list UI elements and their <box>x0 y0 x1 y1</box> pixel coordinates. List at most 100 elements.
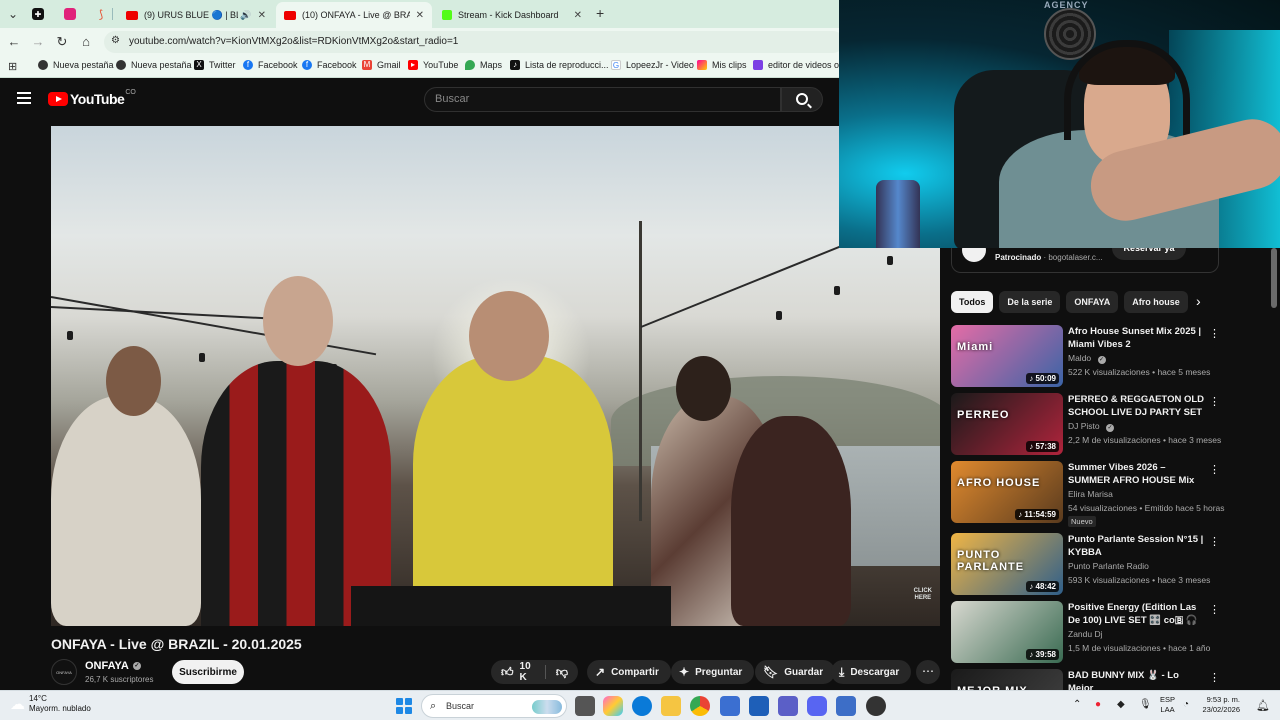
recommendation-item[interactable]: Miami ♪ 50:09 Afro House Sunset Mix 2025 |… <box>951 325 1220 387</box>
recommendation-item[interactable]: PERREO ♪ 57:38 PERREO & REGGAETON OLD SCHO… <box>951 393 1221 455</box>
tab-kick-dashboard[interactable]: Stream - Kick Dashboard ✕ <box>434 2 590 28</box>
tab-close-icon[interactable]: ✕ <box>258 10 266 21</box>
recommendation-channel[interactable]: Maldo ✓ <box>1068 353 1106 364</box>
bookmark-facebook-2[interactable]: f Facebook <box>302 60 357 70</box>
tab-close-icon[interactable]: ✕ <box>416 10 424 21</box>
kebab-menu-icon[interactable]: ⋮ <box>1209 603 1220 616</box>
bookmark-lista-reproduccion[interactable]: ♪ Lista de reproducci... <box>510 60 609 70</box>
microphone-icon[interactable]: 🎙︎ <box>1139 699 1152 710</box>
language-indicator[interactable]: ESP LAA <box>1160 695 1175 715</box>
video-thumbnail[interactable]: ♪ 39:58 <box>951 601 1063 663</box>
kebab-menu-icon[interactable]: ⋮ <box>1209 395 1220 408</box>
chevron-right-icon[interactable]: › <box>1196 293 1201 309</box>
chrome-icon[interactable] <box>690 696 710 716</box>
bookmark-nueva-pestana-2[interactable]: Nueva pestaña <box>116 60 192 70</box>
search-input[interactable]: Buscar <box>424 87 781 112</box>
pinned-tab-instagram-icon[interactable] <box>64 8 76 20</box>
wifi-icon[interactable]: ◔ <box>1183 699 1189 710</box>
video-thumbnail[interactable]: Miami ♪ 50:09 <box>951 325 1063 387</box>
recommendation-title[interactable]: Positive Energy (Edition Las De 100) LIV… <box>1068 601 1206 627</box>
ask-button[interactable]: ✦ Preguntar <box>671 660 755 684</box>
chip-afro-house[interactable]: Afro house <box>1124 291 1188 313</box>
recommendation-channel[interactable]: Elira Marisa <box>1068 489 1113 499</box>
forward-arrow-icon[interactable]: → <box>30 34 46 49</box>
recommendation-title[interactable]: Punto Parlante Session N°15 | KYBBA <box>1068 533 1206 559</box>
channel-name[interactable]: ONFAYA ✓ <box>85 660 141 672</box>
home-icon[interactable]: ⌂ <box>78 34 94 49</box>
more-actions-button[interactable]: ⋯ <box>916 660 940 684</box>
recommendation-title[interactable]: Summer Vibes 2026 – SUMMER AFRO HOUSE Mi… <box>1068 461 1206 487</box>
copilot-icon[interactable] <box>603 696 623 716</box>
tab-urus-blue[interactable]: (9) URUS BLUE 🔵 | BLESSD 🔊 ✕ <box>118 2 274 28</box>
tab-onfaya[interactable]: (10) ONFAYA - Live @ BRAZIL - ✕ <box>276 2 432 28</box>
video-thumbnail[interactable]: AFRO HOUSE ♪ 11:54:59 <box>951 461 1063 523</box>
bookmark-editor-videos[interactable]: editor de videos onl <box>753 60 846 70</box>
recommendation-item[interactable]: ♪ 39:58 Positive Energy (Edition Las De 1… <box>951 601 1220 663</box>
kebab-menu-icon[interactable]: ⋮ <box>1209 535 1220 548</box>
reload-icon[interactable]: ↻ <box>54 34 70 50</box>
bookmark-gmail[interactable]: M Gmail <box>362 60 401 70</box>
recommendation-title[interactable]: BAD BUNNY MIX 🐰 - Lo Mejor <box>1068 669 1206 690</box>
recommendation-channel[interactable]: Zandu Dj <box>1068 629 1103 639</box>
chip-de-la-serie[interactable]: De la serie <box>999 291 1061 313</box>
recommendation-channel[interactable]: DJ Pisto ✓ <box>1068 421 1115 432</box>
url-text[interactable]: youtube.com/watch?v=KionVtMXg2o&list=RDK… <box>129 36 458 47</box>
tray-app-icon[interactable]: ● <box>1095 699 1101 710</box>
weather-widget[interactable]: ☁ 14°C Mayorm. nublado <box>10 694 91 714</box>
taskbar-search[interactable]: ⌕ Buscar <box>421 694 567 718</box>
video-thumbnail[interactable]: PERREO ♪ 57:38 <box>951 393 1063 455</box>
recommendation-channel[interactable]: Punto Parlante Radio <box>1068 561 1149 571</box>
hamburger-menu-icon[interactable] <box>17 92 31 104</box>
windows-start-icon[interactable] <box>396 698 412 714</box>
file-explorer-icon[interactable] <box>661 696 681 716</box>
bookmark-nueva-pestana-1[interactable]: Nueva pestaña <box>38 60 114 70</box>
task-view-icon[interactable] <box>575 696 595 716</box>
channel-avatar[interactable]: ONFAYA <box>51 659 77 685</box>
clock[interactable]: 9:53 p. m. 23/02/2026 <box>1192 695 1240 715</box>
bookmark-facebook-1[interactable]: f Facebook <box>243 60 298 70</box>
kebab-menu-icon[interactable]: ⋮ <box>1209 327 1220 340</box>
recommendation-item[interactable]: AFRO HOUSE ♪ 11:54:59 Summer Vibes 2026 – … <box>951 461 1225 527</box>
store-icon[interactable] <box>720 696 740 716</box>
bookmark-youtube[interactable]: ▸ YouTube <box>408 60 458 70</box>
download-button[interactable]: ⤓ Descargar <box>831 660 912 684</box>
tab-audio-icon[interactable]: 🔊 <box>240 10 251 21</box>
save-button[interactable]: 🔖︎ Guardar <box>755 660 836 684</box>
pinned-tab-app-icon[interactable]: ✚ <box>32 8 44 20</box>
tray-app-icon-2[interactable]: ◆ <box>1117 699 1125 710</box>
notification-bell-icon[interactable]: 🔔︎ <box>1256 699 1270 712</box>
subscribe-button[interactable]: Suscribirme <box>172 660 244 684</box>
discord-icon[interactable] <box>807 696 827 716</box>
recommendation-item[interactable]: MEJOR MIXBAD BUNNY MIX 🐰 - Lo Mejor⋮ <box>951 669 1220 690</box>
pinned-tab-flame-icon[interactable]: ⟆ <box>92 5 110 23</box>
bookmark-mis-clips[interactable]: Mis clips <box>697 60 747 70</box>
bookmark-lopeezjr[interactable]: G LopeezJr - Video <box>611 60 694 70</box>
kebab-menu-icon[interactable]: ⋮ <box>1209 463 1220 476</box>
app-icon[interactable] <box>836 696 856 716</box>
mail-icon[interactable] <box>749 696 769 716</box>
chip-onfaya[interactable]: ONFAYA <box>1066 291 1119 313</box>
like-button[interactable]: 👍︎ 10 K <box>491 660 545 684</box>
kebab-menu-icon[interactable]: ⋮ <box>1209 671 1220 684</box>
recommendation-title[interactable]: PERREO & REGGAETON OLD SCHOOL LIVE DJ PA… <box>1068 393 1206 419</box>
video-thumbnail[interactable]: MEJOR MIX <box>951 669 1063 690</box>
search-button[interactable] <box>781 87 823 112</box>
back-arrow-icon[interactable]: ← <box>6 34 22 49</box>
site-info-icon[interactable]: ⚙ <box>111 35 120 46</box>
tab-search-chevron-icon[interactable]: ⌄ <box>4 5 22 23</box>
tab-close-icon[interactable]: ✕ <box>574 10 582 21</box>
address-bar[interactable]: ⚙ youtube.com/watch?v=KionVtMXg2o&list=R… <box>104 31 844 53</box>
dislike-button[interactable]: 👎︎ <box>546 660 578 684</box>
recommendation-item[interactable]: PUNTO PARLANTE ♪ 48:42 Punto Parlante Sess… <box>951 533 1220 595</box>
apps-grid-icon[interactable]: ⊞ <box>8 60 17 73</box>
new-tab-button[interactable]: + <box>596 5 604 21</box>
obs-icon[interactable] <box>866 696 886 716</box>
video-thumbnail[interactable]: PUNTO PARLANTE ♪ 48:42 <box>951 533 1063 595</box>
share-button[interactable]: ↗ Compartir <box>587 660 671 684</box>
scrollbar-thumb[interactable] <box>1271 248 1277 308</box>
recommendation-title[interactable]: Afro House Sunset Mix 2025 | Miami Vibes… <box>1068 325 1206 351</box>
tray-chevron-up-icon[interactable]: ⌃ <box>1073 699 1081 710</box>
video-player[interactable]: CLICK HERE <box>51 126 940 626</box>
edge-icon[interactable] <box>632 696 652 716</box>
teams-icon[interactable] <box>778 696 798 716</box>
